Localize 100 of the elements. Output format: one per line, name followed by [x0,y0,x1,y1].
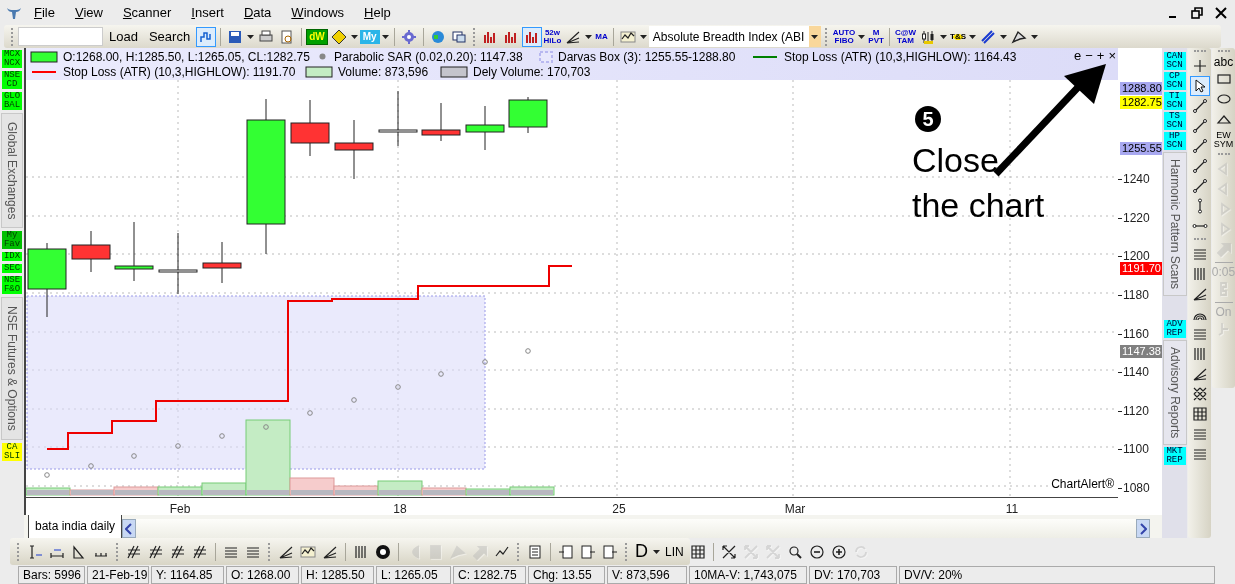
step-number: 5 [915,106,941,132]
candlestick [290,99,330,157]
sar-dot [482,359,488,365]
sidebar-button[interactable]: IDX [2,252,22,262]
panel-tab[interactable]: Advisory Reports [1162,340,1187,446]
date-label: Feb [169,501,191,518]
menu-item[interactable]: Scanner [112,2,182,23]
cursor-icon[interactable] [1189,76,1210,96]
menu-item[interactable]: Windows [281,2,355,23]
price-flag: 1191.70 [1120,262,1162,275]
legend-text: Dely Volume: 170,703 [473,64,591,81]
candlestick [508,96,548,134]
price-label: 1120 [1123,403,1149,420]
status-field: O: 1268.00 [226,566,299,584]
price-label: 1100 [1123,441,1149,458]
symbol-input-field[interactable] [18,27,103,46]
legend-text: Stop Loss (ATR) (10,3,HIGHLOW): 1191.70 [63,63,296,81]
status-field: L: 1265.05 [376,566,451,584]
panel-tab[interactable]: Harmonic Pattern Scans [1162,152,1187,297]
sar-dot [44,472,50,478]
sidebar-button[interactable]: NSE CD [2,71,22,89]
toolbar-label[interactable]: D [633,538,650,565]
menu-item[interactable]: Data [233,2,282,23]
bar-chart-icon[interactable] [521,26,542,47]
scan-button[interactable]: CAN SCN [1163,52,1186,70]
price-label: 1240 [1123,171,1150,188]
price-label: 1080 [1123,480,1150,497]
menu-item[interactable]: View [64,2,113,23]
indicator-dropdown[interactable]: Absolute Breadth Index (ABI [648,26,821,47]
price-label: 1180 [1123,287,1149,304]
chart-style-icon[interactable] [196,26,217,47]
sar-dot [219,433,225,439]
sidebar-button[interactable]: CA SLI [2,443,22,462]
scroll-left-button[interactable] [122,519,137,538]
chart-control-button[interactable]: + [1096,49,1105,63]
status-field: 10MA-V: 1,743,075 [689,566,807,584]
toolbar-label[interactable]: MA [594,31,609,42]
sidebar-button[interactable]: GLO BAL [2,92,22,110]
status-field: C: 1282.75 [453,566,526,584]
price-flag: 1282.75 [1120,96,1162,109]
chart-control-button[interactable]: e [1074,49,1082,63]
toolbar-label[interactable]: LIN [663,542,686,561]
menu-item[interactable]: Insert [181,2,234,23]
toolbar-label[interactable]: M PVT [867,27,885,46]
sar-dot [263,424,269,430]
chevron-left-icon [125,522,134,535]
toolbar-label[interactable]: C@W TAM [893,27,918,46]
sidebar-button[interactable]: My Fav [2,231,22,250]
toolbar-label[interactable]: EW SYM [1213,129,1234,151]
toolbar-label[interactable]: AUTO FIBO [831,27,857,46]
menu-item[interactable]: Help [354,2,401,23]
candlestick [71,230,111,273]
sar-dot [351,397,357,403]
sidebar-tab[interactable]: Global Exchanges [1,113,23,229]
sar-dot [131,453,137,459]
sidebar-tab[interactable]: NSE Futures & Options [1,297,23,441]
sar-dot [175,443,181,449]
date-label: 18 [393,501,407,518]
scan-button[interactable]: HP SCN [1163,132,1186,150]
legend-text: Parabolic SAR (0.02,0.20): 1147.38 [334,48,523,66]
scan-button[interactable]: ADV REP [1163,320,1186,339]
load-button[interactable]: Load [104,26,143,47]
sidebar-button[interactable]: NSE F&O [2,276,22,295]
sar-dot [395,384,401,390]
candlestick [334,119,374,180]
chart-tab[interactable]: bata india daily [28,513,123,538]
sar-dot [88,463,94,469]
legend-text: O:1268.00, H:1285.50, L:1265.05, CL:1282.75 [63,48,310,66]
chart-control-button[interactable]: − [1085,49,1093,63]
scan-button[interactable]: TS SCN [1163,112,1186,130]
toolbar-label[interactable]: 52w HiLo [542,27,563,46]
price-label: 1220 [1123,210,1150,227]
annotation-text: Close the chart [912,140,1046,226]
candlestick [421,102,461,142]
status-field: DV/V: 20% [899,566,1215,584]
sar-dot [307,410,313,416]
scan-button[interactable]: TI SCN [1163,92,1186,110]
scroll-right-button[interactable] [1136,519,1150,538]
status-field: 21-Feb-19 [87,566,149,584]
sidebar-button[interactable]: SEC [2,264,22,274]
menu-item[interactable]: File [24,2,65,23]
caret-icon[interactable] [808,26,821,47]
date-label: Mar [784,501,806,518]
price-label: 1200 [1123,248,1150,264]
scan-button[interactable]: MKT REP [1163,447,1186,466]
status-field: Y: 1164.85 [151,566,224,584]
chart-control-button[interactable]: × [1108,49,1116,63]
price-flag: 1255.55 [1120,142,1162,155]
scan-button[interactable]: CP SCN [1163,72,1186,90]
sidebar-button[interactable]: MCX NCX [2,50,22,68]
candlestick [378,90,418,147]
price-label: 1140 [1123,364,1149,381]
sar-dot [438,371,444,377]
status-field: Bars: 5996 [18,566,85,584]
date-label: 25 [612,501,626,518]
search-button[interactable]: Search [143,26,196,47]
status-field: Chg: 13.55 [528,566,605,584]
date-label: 11 [1005,501,1019,518]
candlestick [114,221,154,282]
toolbar-label[interactable]: abc [1213,56,1234,69]
